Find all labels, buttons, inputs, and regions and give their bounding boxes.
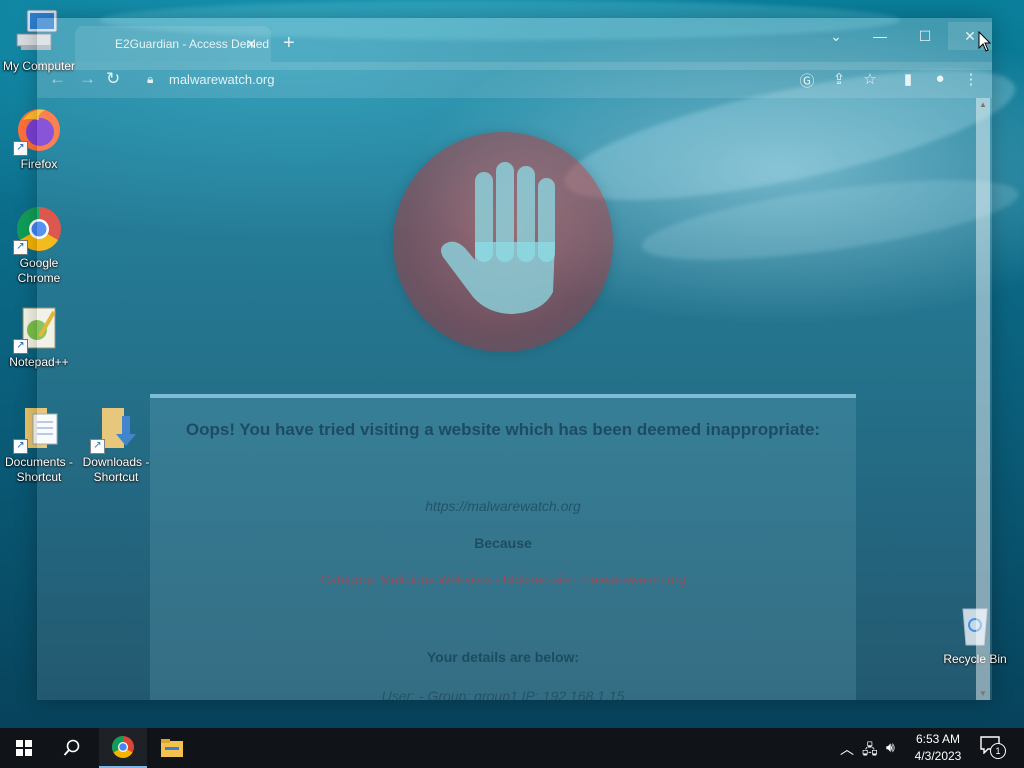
browser-toolbar: ← → ↻ 🔒︎ malwarewatch.org Ⓖ ⇪ ☆ ▮ ● ⋮ [37, 62, 992, 98]
shortcut-arrow-icon: ↗ [13, 141, 28, 156]
new-tab-button[interactable]: + [283, 32, 295, 55]
taskbar-file-explorer-button[interactable] [148, 728, 196, 768]
blocked-url: https://malwarewatch.org [425, 498, 581, 514]
bookmark-star-icon[interactable]: ☆ [860, 70, 880, 88]
chrome-icon [112, 736, 134, 758]
share-icon[interactable]: ⇪ [829, 70, 849, 88]
taskbar: ︿ 🖧︎ 🔊︎ 6:53 AM 4/3/2023 1 [0, 728, 1024, 768]
clock-date: 4/3/2023 [914, 749, 962, 763]
file-explorer-icon [161, 739, 183, 757]
page-scrollbar[interactable]: ▲ ▼ [976, 98, 990, 700]
because-label: Because [474, 535, 532, 551]
start-button[interactable] [0, 728, 48, 768]
shortcut-arrow-icon: ↗ [13, 240, 28, 255]
minimize-button[interactable]: — [858, 28, 902, 44]
stop-hand-icon [393, 132, 613, 352]
show-hidden-icons-chevron-icon[interactable]: ︿ [840, 739, 854, 759]
block-message-panel: Oops! You have tried visiting a website … [150, 394, 856, 700]
tab-search-chevron-icon[interactable]: ⌄ [814, 28, 858, 45]
block-category: Category: Malicious Websites - Blocked s… [320, 572, 686, 587]
tab-close-icon[interactable]: ✕ [245, 36, 257, 53]
lock-icon: 🔒︎ [147, 72, 154, 86]
forward-arrow-icon[interactable]: → [79, 69, 96, 89]
google-lens-icon[interactable]: Ⓖ [797, 70, 817, 91]
scroll-up-icon[interactable]: ▲ [978, 100, 988, 109]
network-icon[interactable]: 🖧︎ [862, 739, 878, 763]
search-button[interactable] [48, 728, 96, 768]
notification-center-button[interactable]: 1 [980, 736, 1008, 760]
tab-access-denied[interactable]: E2Guardian - Access Denied ✕ [75, 26, 271, 62]
back-arrow-icon[interactable]: ← [49, 69, 66, 89]
menu-kebab-icon[interactable]: ⋮ [961, 70, 981, 88]
side-panel-icon[interactable]: ▮ [898, 70, 918, 88]
address-bar-url: malwarewatch.org [169, 72, 275, 87]
page-content: Oops! You have tried visiting a website … [95, 98, 975, 700]
shortcut-arrow-icon: ↗ [13, 339, 28, 354]
system-clock[interactable]: 6:53 AM 4/3/2023 [908, 731, 968, 765]
address-bar[interactable]: 🔒︎ malwarewatch.org [133, 66, 823, 94]
scroll-down-icon[interactable]: ▼ [978, 689, 988, 698]
windows-logo-icon [16, 740, 32, 756]
search-icon [63, 739, 80, 756]
user-details: User: - Group: group1 IP: 192.168.1.15 [381, 688, 625, 700]
block-heading: Oops! You have tried visiting a website … [185, 420, 821, 439]
profile-icon[interactable]: ● [930, 70, 950, 87]
taskbar-chrome-button[interactable] [99, 728, 147, 768]
notification-count-badge: 1 [990, 743, 1006, 759]
shortcut-arrow-icon: ↗ [13, 439, 28, 454]
clock-time: 6:53 AM [915, 732, 961, 746]
details-label: Your details are below: [426, 649, 580, 665]
volume-icon[interactable]: 🔊︎ [886, 739, 895, 756]
browser-window: E2Guardian - Access Denied ✕ + ⌄ — ☐ ✕ ←… [37, 18, 992, 700]
maximize-button[interactable]: ☐ [903, 28, 947, 45]
reload-icon[interactable]: ↻ [106, 69, 120, 89]
